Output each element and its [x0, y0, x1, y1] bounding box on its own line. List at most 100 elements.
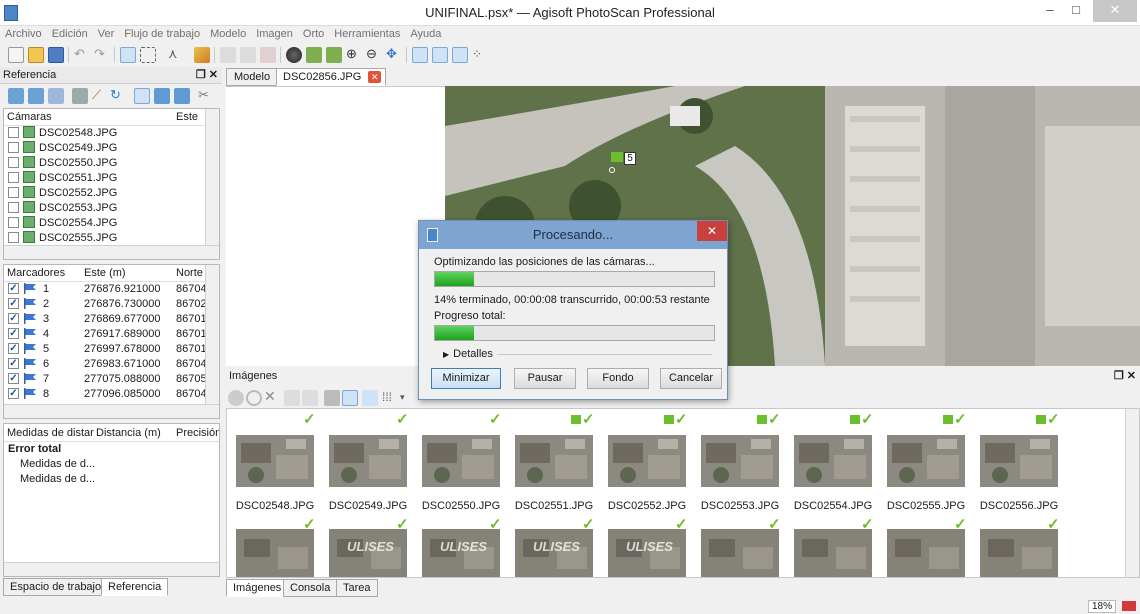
- camera-checkbox[interactable]: [8, 201, 19, 213]
- tab-referencia[interactable]: Referencia: [101, 578, 169, 596]
- open-folder-icon[interactable]: [28, 47, 44, 63]
- camera-row[interactable]: DSC02550.JPG: [4, 156, 219, 171]
- markers-vscroll[interactable]: [205, 265, 219, 405]
- camera-checkbox[interactable]: [8, 141, 19, 153]
- enable-icon[interactable]: [228, 390, 244, 406]
- copy-icon[interactable]: [240, 47, 256, 63]
- dialog-close-button[interactable]: ✕: [697, 221, 727, 241]
- tab-consola[interactable]: Consola: [283, 579, 338, 597]
- marker-checkbox[interactable]: ✓: [8, 342, 19, 354]
- marker-row[interactable]: ✓ 8 277096.085000 867049: [4, 387, 219, 402]
- camera-row[interactable]: DSC02555.JPG: [4, 231, 219, 246]
- brush-icon[interactable]: [194, 47, 210, 63]
- marker-row[interactable]: ✓ 6 276983.671000 867041: [4, 357, 219, 372]
- update-icon[interactable]: ↻: [110, 88, 126, 104]
- move-icon[interactable]: ✥: [386, 47, 402, 63]
- rectangle-selection-icon[interactable]: [140, 47, 156, 63]
- settings-wand-icon[interactable]: ⟋: [92, 88, 108, 104]
- marker-row[interactable]: ✓ 4 276917.689000 867012: [4, 327, 219, 342]
- view-estimated-icon[interactable]: [154, 88, 170, 104]
- new-file-icon[interactable]: [8, 47, 24, 63]
- marker-flag-icon[interactable]: [611, 152, 623, 162]
- grid-icon[interactable]: ⁘: [472, 47, 488, 63]
- precision-col-header[interactable]: Precisión: [176, 424, 219, 442]
- image-thumbnail[interactable]: [794, 435, 872, 487]
- image-thumbnail[interactable]: [887, 529, 965, 577]
- details-toggle[interactable]: ▶ Detalles: [443, 348, 493, 360]
- disable-icon[interactable]: [246, 390, 262, 406]
- image-thumbnail[interactable]: [980, 529, 1058, 577]
- chevron-down-icon[interactable]: ▾: [400, 390, 416, 406]
- import-icon[interactable]: [8, 88, 24, 104]
- marker-row[interactable]: ✓ 5 276997.678000 867019: [4, 342, 219, 357]
- distancia-col-header[interactable]: Distancia (m): [96, 424, 161, 442]
- remove-icon[interactable]: ✕: [264, 389, 280, 405]
- menu-modelo[interactable]: Modelo: [205, 26, 251, 42]
- calculator-icon[interactable]: [72, 88, 88, 104]
- camera-row[interactable]: DSC02549.JPG: [4, 141, 219, 156]
- image-thumbnail[interactable]: [329, 435, 407, 487]
- close-tab-icon[interactable]: ✕: [368, 71, 382, 83]
- menu-ayuda[interactable]: Ayuda: [405, 26, 446, 42]
- camera-checkbox[interactable]: [8, 231, 19, 243]
- show-cameras-icon[interactable]: [412, 47, 428, 63]
- image-thumbnail[interactable]: [422, 435, 500, 487]
- marker-checkbox[interactable]: ✓: [8, 372, 19, 384]
- tools-icon[interactable]: ✂: [198, 88, 214, 104]
- image-thumbnail[interactable]: [236, 435, 314, 487]
- save-icon[interactable]: [48, 47, 64, 63]
- rotate-right-icon[interactable]: [302, 390, 318, 406]
- zoom-marker-icon[interactable]: [326, 47, 342, 63]
- tab-modelo[interactable]: Modelo: [226, 68, 279, 86]
- grid-view-icon[interactable]: ⁞⁞⁞: [382, 390, 398, 406]
- menu-archivo[interactable]: Archivo: [0, 26, 47, 42]
- marker-checkbox[interactable]: ✓: [8, 327, 19, 339]
- cameras-col-header[interactable]: Cámaras: [7, 111, 52, 123]
- marker-checkbox[interactable]: ✓: [8, 282, 19, 294]
- show-markers-icon[interactable]: [452, 47, 468, 63]
- menu-orto[interactable]: Orto: [298, 26, 329, 42]
- filter-icon[interactable]: [324, 390, 340, 406]
- export-icon[interactable]: [28, 88, 44, 104]
- este-m-col-header[interactable]: Este (m): [84, 265, 126, 282]
- view-source-icon[interactable]: [134, 88, 150, 104]
- image-thumbnail[interactable]: [236, 529, 314, 577]
- show-shapes-icon[interactable]: [432, 47, 448, 63]
- minimize-window-button[interactable]: –: [1036, 0, 1064, 22]
- image-thumbnail[interactable]: [980, 435, 1058, 487]
- zoom-out-icon[interactable]: ⊖: [366, 47, 382, 63]
- cancel-button[interactable]: Cancelar: [660, 368, 722, 389]
- camera-checkbox[interactable]: [8, 171, 19, 183]
- image-thumbnail[interactable]: [794, 529, 872, 577]
- details-view-icon[interactable]: [362, 390, 378, 406]
- sphere-icon[interactable]: [286, 47, 302, 63]
- measure-row[interactable]: Medidas de d...: [4, 472, 219, 487]
- maximize-window-button[interactable]: □: [1062, 0, 1090, 22]
- rotate-left-icon[interactable]: [284, 390, 300, 406]
- marker-row[interactable]: ✓ 2 276876.730000 867029: [4, 297, 219, 312]
- marker-checkbox[interactable]: ✓: [8, 297, 19, 309]
- image-thumbnail[interactable]: [701, 529, 779, 577]
- norte-col-header[interactable]: Norte: [176, 265, 203, 282]
- close-window-button[interactable]: ✕: [1093, 0, 1137, 22]
- ruler-icon[interactable]: ⋏: [168, 47, 184, 63]
- view-errors-icon[interactable]: [174, 88, 190, 104]
- zoom-in-icon[interactable]: ⊕: [346, 47, 362, 63]
- undo-icon[interactable]: ↶: [74, 47, 90, 63]
- redo-icon[interactable]: ↷: [94, 47, 110, 63]
- menu-imagen[interactable]: Imagen: [251, 26, 298, 42]
- zoom-fit-icon[interactable]: [306, 47, 322, 63]
- camera-row[interactable]: DSC02554.JPG: [4, 216, 219, 231]
- este-col-header[interactable]: Este: [176, 109, 198, 126]
- medidas-col-header[interactable]: Medidas de distar: [7, 427, 94, 439]
- clear-icon[interactable]: [48, 88, 64, 104]
- marker-row[interactable]: ✓ 7 277075.088000 867053: [4, 372, 219, 387]
- camera-row[interactable]: DSC02552.JPG: [4, 186, 219, 201]
- image-thumbnail[interactable]: [608, 435, 686, 487]
- camera-checkbox[interactable]: [8, 156, 19, 168]
- tab-photo[interactable]: DSC02856.JPG ✕: [276, 68, 387, 86]
- tab-tarea[interactable]: Tarea: [336, 579, 378, 597]
- measure-row[interactable]: Medidas de d...: [4, 457, 219, 472]
- measures-hscroll[interactable]: [4, 562, 219, 576]
- marker-checkbox[interactable]: ✓: [8, 357, 19, 369]
